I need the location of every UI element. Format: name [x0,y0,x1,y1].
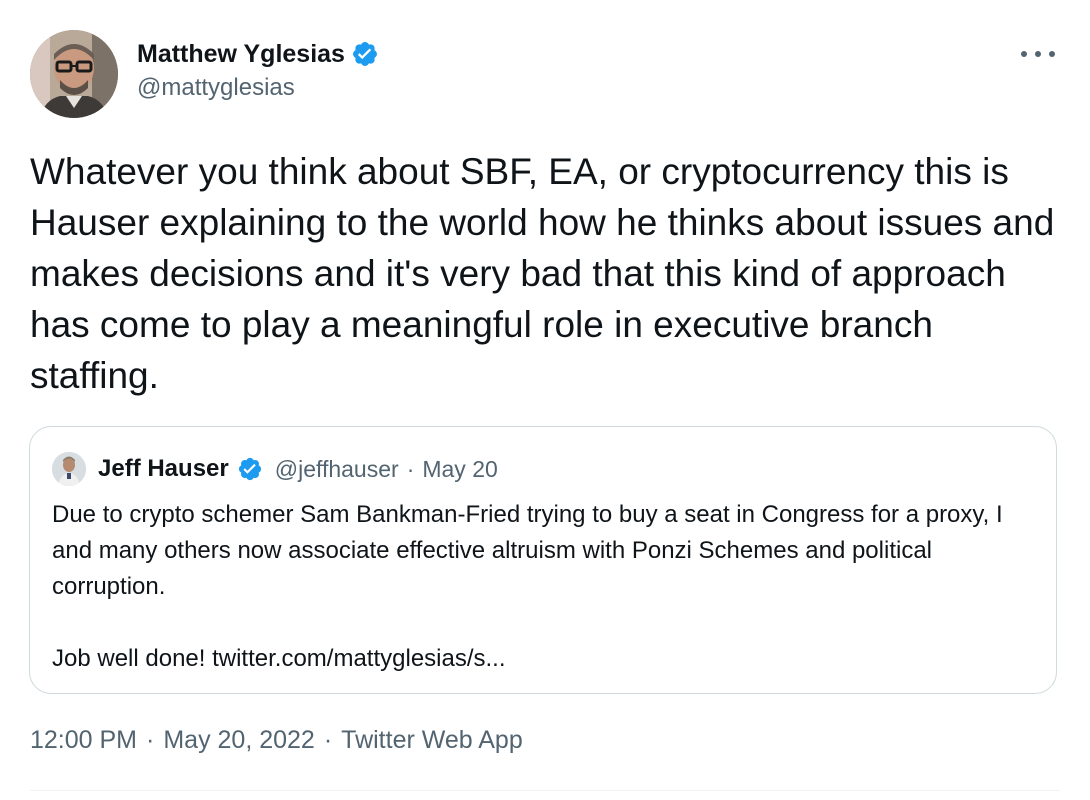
tweet-meta: 12:00 PM · May 20, 2022 · Twitter Web Ap… [30,726,523,755]
tweet-text: Whatever you think about SBF, EA, or cry… [30,151,1055,396]
separator-dot: · [146,726,155,754]
separator-dot: · [406,455,415,482]
dot-icon [1049,51,1055,57]
verified-badge-icon [351,40,379,68]
author-names: Matthew Yglesias @mattyglesias [137,38,379,102]
tweet-card: Matthew Yglesias @mattyglesias Whatever … [0,0,1090,800]
dot-icon [1035,51,1041,57]
display-name-row: Matthew Yglesias [137,38,379,70]
author-avatar[interactable] [30,30,118,118]
quoted-tweet-paragraph: Due to crypto schemer Sam Bankman-Fried … [52,501,1003,600]
verified-badge-icon [237,456,263,482]
tweet-header: Matthew Yglesias @mattyglesias [30,30,1060,120]
quoted-tweet-date: May 20 [422,455,498,482]
dot-icon [1021,51,1027,57]
quoted-author-display-name: Jeff Hauser [98,455,229,482]
divider [30,790,1060,791]
author-display-name[interactable]: Matthew Yglesias [137,40,345,69]
tweet-source[interactable]: Twitter Web App [341,726,523,755]
quoted-tweet-text: Due to crypto schemer Sam Bankman-Fried … [52,497,1042,677]
quoted-tweet-header: Jeff Hauser @jeffhauser · May 20 [52,452,498,486]
tweet-time[interactable]: 12:00 PM [30,726,137,755]
separator-dot: · [323,726,333,754]
tweet-date[interactable]: May 20, 2022 [163,726,315,755]
quoted-author-handle: @jeffhauser [274,455,399,482]
quoted-tweet[interactable]: Jeff Hauser @jeffhauser · May 20 Due to … [29,426,1057,694]
quoted-tweet-paragraph: Job well done! twitter.com/mattyglesias/… [52,645,506,672]
more-options-icon[interactable] [1021,42,1055,66]
quoted-author-avatar [52,452,86,486]
author-handle[interactable]: @mattyglesias [137,74,379,102]
